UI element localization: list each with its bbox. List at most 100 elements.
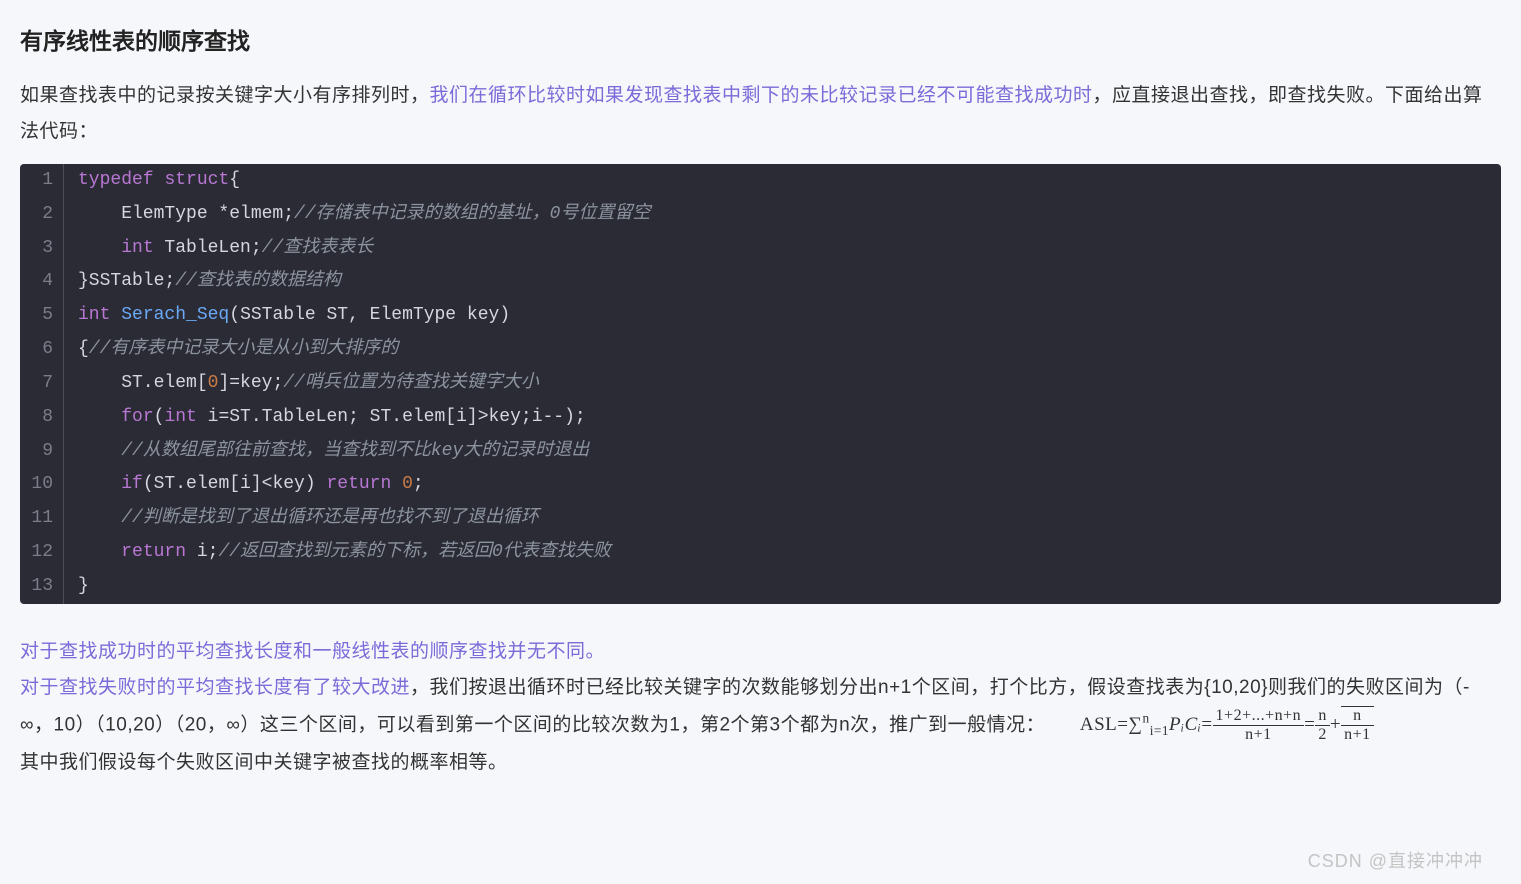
line-number: 1 <box>20 164 64 198</box>
asl-frac3: nn+1 <box>1341 707 1374 745</box>
token-plain: TableLen; <box>154 238 262 258</box>
token-plain: ; <box>413 474 424 494</box>
line-number: 7 <box>20 367 64 401</box>
token-plain <box>78 238 121 258</box>
token-cmt: //从数组尾部往前查找，当查找到不比key大的记录时退出 <box>121 441 589 461</box>
asl-sum-upper: n <box>1143 711 1150 726</box>
code-line: if(ST.elem[i]<key) return 0; <box>64 468 424 502</box>
asl-frac2-num: n <box>1315 707 1330 725</box>
code-line: ElemType *elmem;//存储表中记录的数组的基址，0号位置留空 <box>64 198 650 232</box>
asl-formula: ASL=∑ni=1PᵢCᵢ=1+2+...+n+nn+1=n2+nn+1 <box>1080 714 1374 735</box>
token-cmt: //存储表中记录的数组的基址，0号位置留空 <box>294 204 650 224</box>
token-cmt: //哨兵位置为待查找关键字大小 <box>283 373 539 393</box>
line-number: 2 <box>20 198 64 232</box>
after-line1: 对于查找成功时的平均查找长度和一般线性表的顺序查找并无不同。 <box>20 641 605 662</box>
asl-frac3-overline: nn+1 <box>1341 706 1374 745</box>
code-line: {//有序表中记录大小是从小到大排序的 <box>64 333 398 367</box>
token-num: 0 <box>402 474 413 494</box>
code-row: 6{//有序表中记录大小是从小到大排序的 <box>20 333 1501 367</box>
token-plain: ]=key; <box>218 373 283 393</box>
asl-sum-sym: ∑ <box>1128 714 1142 735</box>
asl-frac3-num: n <box>1341 707 1374 725</box>
token-kw: typedef <box>78 170 154 190</box>
token-kw: struct <box>164 170 229 190</box>
token-plain <box>78 441 121 461</box>
token-plain <box>391 474 402 494</box>
asl-frac2: n2 <box>1315 707 1330 745</box>
code-row: 3 int TableLen;//查找表表长 <box>20 232 1501 266</box>
token-kw: int <box>78 305 110 325</box>
code-row: 7 ST.elem[0]=key;//哨兵位置为待查找关键字大小 <box>20 367 1501 401</box>
token-plain: i; <box>186 542 218 562</box>
asl-frac1-den: n+1 <box>1213 725 1305 744</box>
code-line: return i;//返回查找到元素的下标，若返回0代表查找失败 <box>64 536 611 570</box>
intro-highlight: 我们在循环比较时如果发现查找表中剩下的未比较记录已经不可能查找成功时 <box>430 85 1093 106</box>
token-kw: for <box>121 407 153 427</box>
token-kw: return <box>121 542 186 562</box>
token-cmt: //查找表的数据结构 <box>175 271 341 291</box>
line-number: 10 <box>20 468 64 502</box>
asl-plus: + <box>1330 714 1341 735</box>
code-row: 11 //判断是找到了退出循环还是再也找不到了退出循环 <box>20 502 1501 536</box>
line-number: 12 <box>20 536 64 570</box>
code-row: 8 for(int i=ST.TableLen; ST.elem[i]>key;… <box>20 401 1501 435</box>
intro-text-a: 如果查找表中的记录按关键字大小有序排列时， <box>20 85 430 106</box>
token-plain <box>78 407 121 427</box>
code-row: 13} <box>20 570 1501 604</box>
asl-sum-lower: i=1 <box>1150 723 1169 738</box>
asl-frac1-num: 1+2+...+n+n <box>1213 707 1305 725</box>
code-row: 2 ElemType *elmem;//存储表中记录的数组的基址，0号位置留空 <box>20 198 1501 232</box>
line-number: 8 <box>20 401 64 435</box>
section-heading: 有序线性表的顺序查找 <box>20 20 1501 64</box>
code-line: typedef struct{ <box>64 164 240 198</box>
token-plain: (ST.elem[i]<key) <box>143 474 327 494</box>
code-block: 1typedef struct{2 ElemType *elmem;//存储表中… <box>20 164 1501 604</box>
code-row: 1typedef struct{ <box>20 164 1501 198</box>
code-line: //判断是找到了退出循环还是再也找不到了退出循环 <box>64 502 539 536</box>
code-line: } <box>64 570 89 604</box>
token-plain: }SSTable; <box>78 271 175 291</box>
code-line: for(int i=ST.TableLen; ST.elem[i]>key;i-… <box>64 401 586 435</box>
token-kw: if <box>121 474 143 494</box>
line-number: 3 <box>20 232 64 266</box>
token-plain <box>78 508 121 528</box>
line-number: 13 <box>20 570 64 604</box>
code-row: 5int Serach_Seq(SSTable ST, ElemType key… <box>20 299 1501 333</box>
asl-prefix: ASL= <box>1080 714 1129 735</box>
token-plain: ( <box>154 407 165 427</box>
line-number: 5 <box>20 299 64 333</box>
code-line: ST.elem[0]=key;//哨兵位置为待查找关键字大小 <box>64 367 539 401</box>
token-plain: ) <box>499 305 510 325</box>
asl-frac2-den: 2 <box>1315 725 1330 744</box>
code-line: int Serach_Seq(SSTable ST, ElemType key) <box>64 299 510 333</box>
code-line: }SSTable;//查找表的数据结构 <box>64 265 341 299</box>
token-fn: Serach_Seq <box>121 305 229 325</box>
csdn-watermark: CSDN @直接冲冲冲 <box>1308 844 1483 878</box>
line-number: 9 <box>20 435 64 469</box>
line-number: 4 <box>20 265 64 299</box>
code-row: 12 return i;//返回查找到元素的下标，若返回0代表查找失败 <box>20 536 1501 570</box>
asl-frac3-den: n+1 <box>1341 725 1374 744</box>
token-plain: { <box>78 339 89 359</box>
token-plain: { <box>229 170 240 190</box>
code-row: 10 if(ST.elem[i]<key) return 0; <box>20 468 1501 502</box>
token-plain: i=ST.TableLen; ST.elem[i]>key;i--); <box>197 407 586 427</box>
asl-pc: PᵢCᵢ <box>1169 714 1201 735</box>
after-paragraph: 对于查找成功时的平均查找长度和一般线性表的顺序查找并无不同。 对于查找失败时的平… <box>20 634 1501 781</box>
token-kw: int <box>121 238 153 258</box>
intro-paragraph: 如果查找表中的记录按关键字大小有序排列时，我们在循环比较时如果发现查找表中剩下的… <box>20 78 1501 150</box>
token-cmt: //查找表表长 <box>262 238 374 258</box>
asl-eq1: = <box>1201 714 1212 735</box>
token-cmt: //有序表中记录大小是从小到大排序的 <box>89 339 399 359</box>
after-line3: 其中我们假设每个失败区间中关键字被查找的概率相等。 <box>20 752 508 773</box>
token-plain <box>154 170 165 190</box>
asl-eq2: = <box>1304 714 1315 735</box>
code-row: 4}SSTable;//查找表的数据结构 <box>20 265 1501 299</box>
token-plain: ElemType *elmem; <box>78 204 294 224</box>
token-plain: } <box>78 576 89 596</box>
line-number: 6 <box>20 333 64 367</box>
after-line2a: 对于查找失败时的平均查找长度有了较大改进 <box>20 677 410 698</box>
code-line: //从数组尾部往前查找，当查找到不比key大的记录时退出 <box>64 435 589 469</box>
code-row: 9 //从数组尾部往前查找，当查找到不比key大的记录时退出 <box>20 435 1501 469</box>
token-num: 0 <box>208 373 219 393</box>
